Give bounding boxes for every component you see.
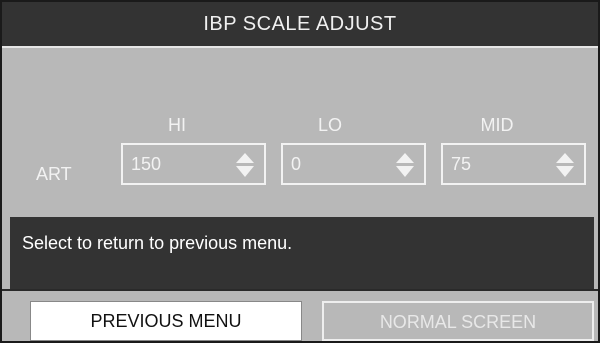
lo-value: 0 xyxy=(291,154,302,174)
column-label-lo: LO xyxy=(317,115,342,135)
up-down-arrows-icon[interactable] xyxy=(396,153,414,177)
title-divider xyxy=(2,46,598,48)
row-label-art: ART xyxy=(36,164,72,184)
up-down-arrows-icon[interactable] xyxy=(556,153,574,177)
ibp-scale-adjust-window: IBP SCALE ADJUST HI LO MID ART 150 0 75 xyxy=(0,0,600,343)
hi-stepper[interactable]: 150 xyxy=(121,143,266,185)
normal-screen-button[interactable]: NORMAL SCREEN xyxy=(322,301,594,341)
mid-value: 75 xyxy=(451,154,472,174)
hi-value: 150 xyxy=(131,154,162,174)
column-label-hi: HI xyxy=(168,115,186,135)
window-title: IBP SCALE ADJUST xyxy=(2,2,598,46)
lo-stepper[interactable]: 0 xyxy=(281,143,426,185)
help-message-text: Select to return to previous menu. xyxy=(22,233,293,253)
button-bar: PREVIOUS MENU NORMAL SCREEN xyxy=(2,289,598,341)
column-label-mid: MID xyxy=(480,115,514,135)
up-down-arrows-icon[interactable] xyxy=(236,153,254,177)
help-message: Select to return to previous menu. xyxy=(10,217,594,289)
previous-menu-button[interactable]: PREVIOUS MENU xyxy=(30,301,302,341)
mid-stepper[interactable]: 75 xyxy=(441,143,586,185)
